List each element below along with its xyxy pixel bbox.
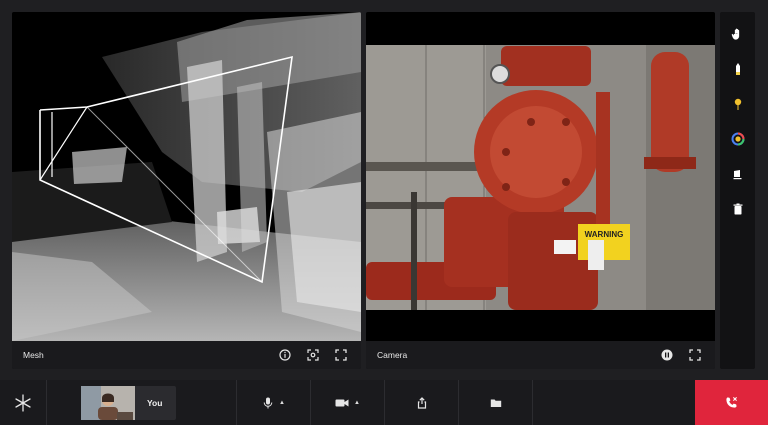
hand-tool[interactable] <box>723 19 752 48</box>
camera-feed-image: WARNING <box>366 12 715 341</box>
fullscreen-icon[interactable] <box>332 346 350 364</box>
camera-label: Camera <box>377 350 408 360</box>
camera-footer: Camera <box>366 341 715 369</box>
call-controls-bar: You ▲ ▲ <box>0 380 768 425</box>
hand-icon <box>731 28 739 40</box>
pause-icon[interactable] <box>658 346 676 364</box>
camera-options-caret[interactable]: ▲ <box>354 400 360 406</box>
camera-view[interactable]: WARNING <box>366 12 715 341</box>
share-screen-button[interactable] <box>385 380 458 425</box>
highlighter-icon <box>735 62 740 75</box>
eraser-icon <box>733 169 741 179</box>
focus-icon[interactable] <box>304 346 322 364</box>
folder-icon <box>490 399 501 407</box>
trash-icon <box>733 203 742 214</box>
info-icon[interactable] <box>276 346 294 364</box>
logo-icon <box>15 393 31 412</box>
self-video-tile[interactable]: You <box>81 386 176 420</box>
end-call-icon <box>726 396 738 408</box>
annotation-toolbar <box>720 12 755 369</box>
end-call-button[interactable] <box>695 380 768 425</box>
microphone-options-caret[interactable]: ▲ <box>279 400 285 406</box>
mesh-panel: Mesh <box>12 12 361 369</box>
self-video-thumbnail <box>81 386 135 420</box>
pin-tool[interactable] <box>723 89 752 118</box>
mesh-view[interactable] <box>12 12 361 341</box>
video-camera-icon <box>335 399 349 406</box>
delete-tool[interactable] <box>723 194 752 223</box>
highlighter-tool[interactable] <box>723 54 752 83</box>
eraser-tool[interactable] <box>723 159 752 188</box>
camera-panel: WARNING Camera <box>366 12 715 369</box>
color-wheel-icon <box>731 132 744 145</box>
microphone-icon <box>263 397 273 408</box>
fullscreen-icon[interactable] <box>686 346 704 364</box>
mesh-footer: Mesh <box>12 341 361 369</box>
pin-icon <box>734 98 741 110</box>
self-name-label: You <box>147 398 163 408</box>
camera-button[interactable]: ▲ <box>311 380 384 425</box>
app-logo <box>0 380 46 425</box>
files-button[interactable] <box>459 380 532 425</box>
color-tool[interactable] <box>723 124 752 153</box>
share-icon <box>417 396 426 409</box>
microphone-button[interactable]: ▲ <box>237 380 310 425</box>
warning-sign-text: WARNING <box>585 230 624 239</box>
mesh-scan-image <box>12 12 361 341</box>
mesh-label: Mesh <box>23 350 44 360</box>
